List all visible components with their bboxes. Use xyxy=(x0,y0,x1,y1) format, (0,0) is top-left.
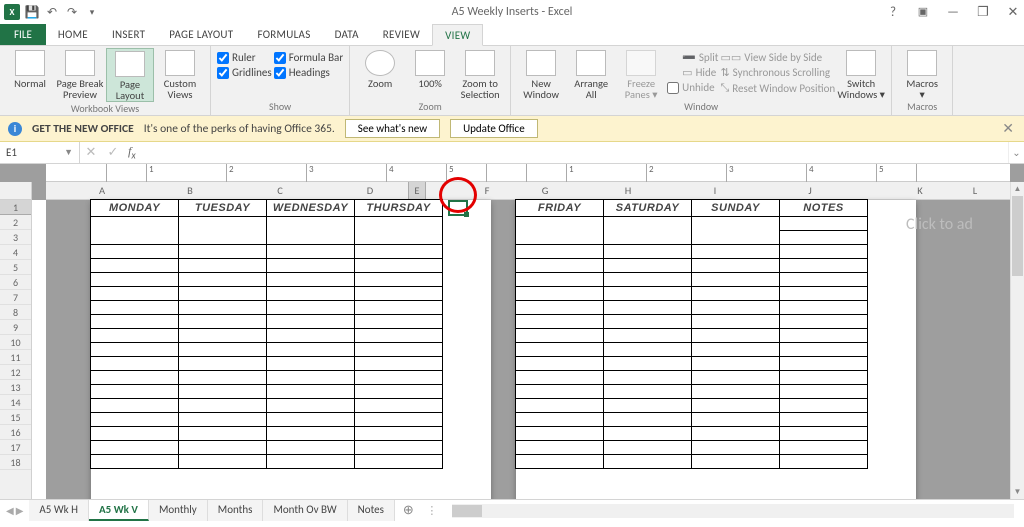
notice-text: It's one of the perks of having Office 3… xyxy=(144,122,335,136)
tab-data[interactable]: DATA xyxy=(323,23,371,45)
window-controls: ? ▣ — ❐ ✕ xyxy=(884,5,1022,20)
zoom-selection-button[interactable]: Zoom to Selection xyxy=(456,48,504,100)
row-headers[interactable]: 123456789101112131415161718 xyxy=(0,200,32,499)
view-side-by-side-button[interactable]: ▭▭View Side by Side xyxy=(720,51,835,64)
custom-views-button[interactable]: Custom Views xyxy=(156,48,204,100)
zoom-100-button[interactable]: 100% xyxy=(406,48,454,89)
quick-access-toolbar: X 💾 ↶ ↷ ▾ xyxy=(0,4,100,20)
cancel-formula-icon[interactable]: ✕ xyxy=(80,145,102,160)
undo-icon[interactable]: ↶ xyxy=(44,4,60,20)
gridlines-checkbox[interactable]: Gridlines xyxy=(217,66,272,79)
page-layout-button[interactable]: Page Layout xyxy=(106,48,154,102)
expand-formula-bar-icon[interactable]: ⌄ xyxy=(1008,142,1024,163)
group-window: New Window Arrange All Freeze Panes ▾ ➖S… xyxy=(511,46,892,115)
ribbon-tabs: FILE HOME INSERT PAGE LAYOUT FORMULAS DA… xyxy=(0,24,1024,46)
sheet-tab[interactable]: Months xyxy=(208,500,264,521)
macros-button[interactable]: Macros ▾ xyxy=(898,48,946,100)
scroll-up-icon[interactable]: ▲ xyxy=(1011,182,1024,196)
zoom-button[interactable]: Zoom xyxy=(356,48,404,89)
arrange-all-button[interactable]: Arrange All xyxy=(567,48,615,100)
sheet-tab[interactable]: Month Ov BW xyxy=(263,500,347,521)
synchronous-scrolling-button[interactable]: ⇅Synchronous Scrolling xyxy=(720,66,835,79)
switch-windows-button[interactable]: Switch Windows ▾ xyxy=(837,48,885,100)
ribbon: Normal Page Break Preview Page Layout Cu… xyxy=(0,46,1024,116)
save-icon[interactable]: 💾 xyxy=(24,4,40,20)
scroll-down-icon[interactable]: ▼ xyxy=(1011,485,1024,499)
new-window-button[interactable]: New Window xyxy=(517,48,565,100)
formula-bar: E1▼ ✕ ✓ fx ⌄ xyxy=(0,142,1024,164)
see-whats-new-button[interactable]: See what's new xyxy=(345,119,440,138)
ruler-checkbox[interactable]: Ruler xyxy=(217,51,272,64)
enter-formula-icon[interactable]: ✓ xyxy=(102,145,124,160)
minimize-icon[interactable]: — xyxy=(944,5,962,20)
excel-icon[interactable]: X xyxy=(4,4,20,20)
group-zoom: Zoom 100% Zoom to Selection Zoom xyxy=(350,46,511,115)
select-all-corner[interactable] xyxy=(0,182,32,200)
file-tab[interactable]: FILE xyxy=(0,23,46,45)
column-headers[interactable]: ABCDEFGHIJKL xyxy=(46,182,1010,200)
window-title: A5 Weekly Inserts - Excel xyxy=(0,5,1024,19)
group-macros: Macros ▾ Macros xyxy=(892,46,953,115)
reset-window-position-button[interactable]: ⤡Reset Window Position xyxy=(720,81,835,95)
horizontal-scrollbar[interactable] xyxy=(452,504,1014,518)
update-office-button[interactable]: Update Office xyxy=(450,119,538,138)
help-icon[interactable]: ? xyxy=(884,5,902,20)
sheet-tab[interactable]: A5 Wk V xyxy=(89,500,149,521)
tab-home[interactable]: HOME xyxy=(46,23,100,45)
maximize-icon[interactable]: ❐ xyxy=(974,5,992,20)
sheet-tab[interactable]: A5 Wk H xyxy=(29,500,89,521)
sheet-canvas[interactable]: MONDAYTUESDAYWEDNESDAYTHURSDAY FRIDAYSAT… xyxy=(46,200,1010,499)
tab-page-layout[interactable]: PAGE LAYOUT xyxy=(157,23,245,45)
split-button[interactable]: ➖Split xyxy=(667,51,718,64)
headings-checkbox[interactable]: Headings xyxy=(274,66,343,79)
tab-insert[interactable]: INSERT xyxy=(100,23,157,45)
sheet-nav[interactable]: ◀▶ xyxy=(0,504,29,517)
tab-view[interactable]: VIEW xyxy=(432,24,483,46)
formula-bar-checkbox[interactable]: Formula Bar xyxy=(274,51,343,64)
sheet-tab-bar: ◀▶ A5 Wk HA5 Wk VMonthlyMonthsMonth Ov B… xyxy=(0,499,1024,521)
ribbon-display-icon[interactable]: ▣ xyxy=(914,5,932,20)
sheet-tab[interactable]: Notes xyxy=(348,500,395,521)
customize-qat-icon[interactable]: ▾ xyxy=(84,4,100,20)
redo-icon[interactable]: ↷ xyxy=(64,4,80,20)
page-2: FRIDAYSATURDAYSUNDAYNOTES Click to ad xyxy=(516,200,916,499)
group-show: Ruler Gridlines Formula Bar Headings Sho… xyxy=(211,46,350,115)
click-to-add-placeholder[interactable]: Click to ad xyxy=(906,215,1006,234)
group-workbook-views: Normal Page Break Preview Page Layout Cu… xyxy=(0,46,211,115)
add-sheet-button[interactable]: ⊕ xyxy=(395,503,422,518)
vertical-scrollbar[interactable]: ▲ ▼ xyxy=(1010,182,1024,499)
close-icon[interactable]: ✕ xyxy=(1004,5,1022,20)
weekly-table-2[interactable]: FRIDAYSATURDAYSUNDAYNOTES xyxy=(515,199,868,469)
notice-close-icon[interactable]: ✕ xyxy=(1002,120,1014,137)
scrollbar-thumb[interactable] xyxy=(1012,196,1023,276)
weekly-table-1[interactable]: MONDAYTUESDAYWEDNESDAYTHURSDAY xyxy=(90,199,443,469)
freeze-panes-button[interactable]: Freeze Panes ▾ xyxy=(617,48,665,100)
notice-title: GET THE NEW OFFICE xyxy=(32,122,134,136)
name-box[interactable]: E1▼ xyxy=(0,142,80,163)
tab-review[interactable]: REVIEW xyxy=(371,23,432,45)
spreadsheet-grid: 1234512345 ABCDEFGHIJKL 1234567891011121… xyxy=(0,164,1024,499)
office-update-notice: i GET THE NEW OFFICE It's one of the per… xyxy=(0,116,1024,142)
unhide-button[interactable]: Unhide xyxy=(667,81,718,94)
page-1: MONDAYTUESDAYWEDNESDAYTHURSDAY xyxy=(91,200,491,499)
page-break-preview-button[interactable]: Page Break Preview xyxy=(56,48,104,100)
insert-function-icon[interactable]: fx xyxy=(124,144,140,161)
info-icon: i xyxy=(8,122,22,136)
tab-formulas[interactable]: FORMULAS xyxy=(245,23,322,45)
hide-button[interactable]: ▭Hide xyxy=(667,66,718,79)
normal-view-button[interactable]: Normal xyxy=(6,48,54,89)
horizontal-ruler[interactable]: 1234512345 xyxy=(46,164,1010,182)
sheet-tab[interactable]: Monthly xyxy=(149,500,208,521)
title-bar: X 💾 ↶ ↷ ▾ A5 Weekly Inserts - Excel ? ▣ … xyxy=(0,0,1024,24)
